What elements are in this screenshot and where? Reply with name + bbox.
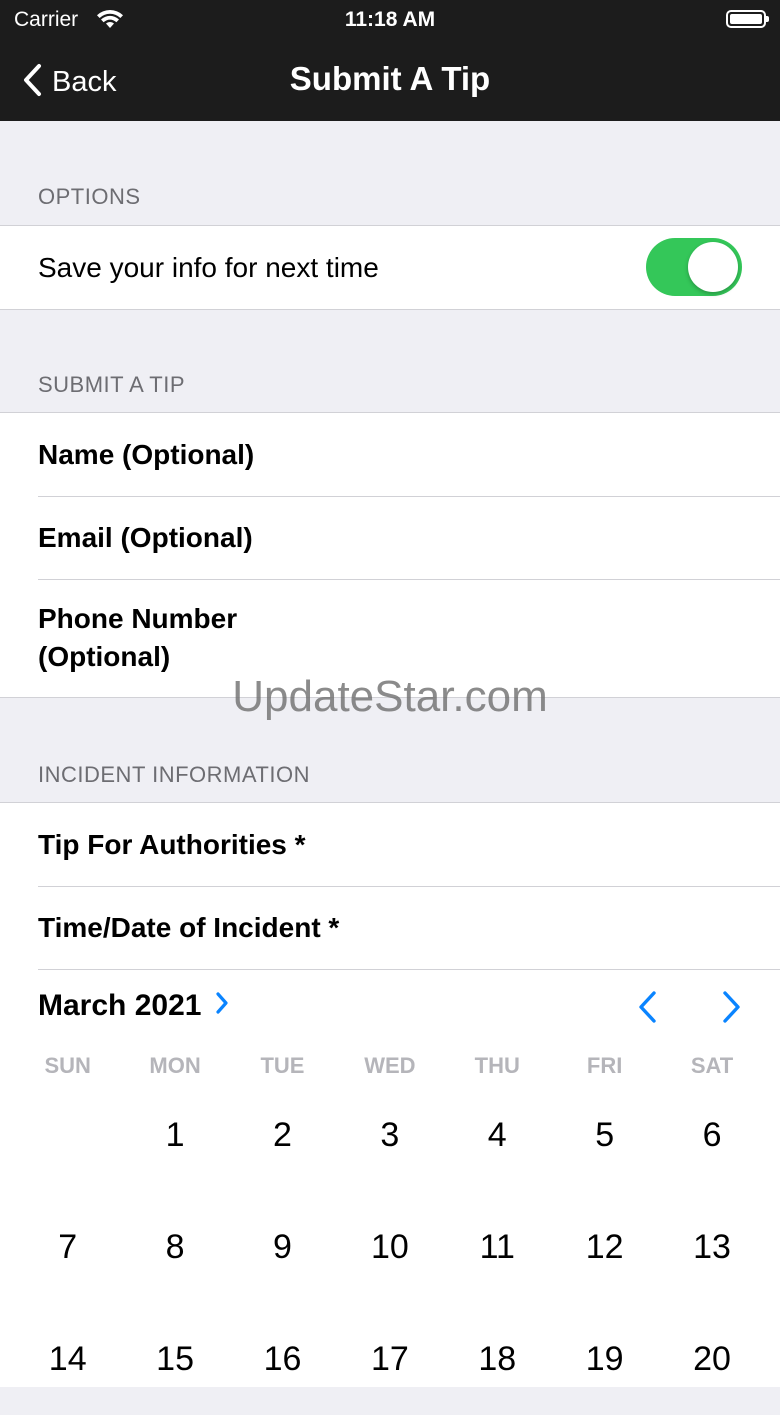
calendar-week: 7 8 9 10 11 12 13 — [14, 1191, 766, 1303]
chevron-left-icon — [628, 991, 668, 1031]
save-info-row: Save your info for next time — [0, 226, 780, 309]
tip-for-authorities-row[interactable]: Tip For Authorities * — [0, 803, 780, 886]
calendar-day[interactable]: 1 — [121, 1079, 228, 1191]
submit-tip-group: Name (Optional) Email (Optional) Phone N… — [0, 412, 780, 698]
calendar-day[interactable]: 15 — [121, 1303, 228, 1415]
weekday-label: WED — [364, 1053, 416, 1078]
tip-for-authorities-label: Tip For Authorities * — [38, 828, 306, 860]
calendar-day[interactable]: 10 — [336, 1191, 443, 1303]
submit-tip-header: SUBMIT A TIP — [38, 372, 186, 397]
battery-icon — [726, 10, 769, 28]
toggle-knob — [688, 242, 738, 292]
calendar-day[interactable]: 7 — [14, 1191, 121, 1303]
incident-group: Tip For Authorities * Time/Date of Incid… — [0, 802, 780, 969]
weekday-label: TUE — [260, 1053, 305, 1078]
chevron-right-icon — [712, 991, 752, 1031]
calendar-day[interactable]: 4 — [444, 1079, 551, 1191]
calendar-day[interactable]: 6 — [658, 1079, 765, 1191]
weekday-label: THU — [474, 1053, 520, 1078]
calendar-day[interactable]: 20 — [658, 1303, 765, 1415]
divider — [38, 969, 780, 970]
phone-field-row[interactable]: Phone Number (Optional) — [0, 579, 780, 697]
incident-datetime-row[interactable]: Time/Date of Incident * — [0, 886, 780, 969]
next-month-button[interactable] — [712, 987, 752, 1027]
incident-datetime-label: Time/Date of Incident * — [38, 911, 340, 943]
calendar-week: 14 15 16 17 18 19 20 — [14, 1303, 766, 1415]
previous-month-button[interactable] — [628, 987, 668, 1027]
calendar-empty-cell — [14, 1079, 121, 1191]
calendar-day[interactable]: 11 — [444, 1191, 551, 1303]
date-picker: March 2021 SUN MON TUE WED THU FRI SAT 1… — [0, 969, 780, 1387]
name-field-row[interactable]: Name (Optional) — [0, 413, 780, 496]
page-title: Submit A Tip — [289, 60, 491, 97]
weekday-label: SUN — [44, 1053, 91, 1078]
weekday-label: FRI — [586, 1053, 623, 1078]
calendar-day[interactable]: 18 — [444, 1303, 551, 1415]
calendar-day[interactable]: 2 — [229, 1079, 336, 1191]
calendar-day[interactable]: 3 — [336, 1079, 443, 1191]
calendar-day[interactable]: 9 — [229, 1191, 336, 1303]
calendar-grid: 1 2 3 4 5 6 7 8 9 10 11 12 13 14 15 16 1… — [14, 1079, 766, 1415]
name-field-label: Name (Optional) — [38, 438, 255, 470]
save-info-toggle[interactable] — [646, 238, 742, 296]
save-info-label: Save your info for next time — [38, 251, 379, 283]
phone-field-label: Phone Number (Optional) — [38, 603, 238, 672]
calendar-day[interactable]: 5 — [551, 1079, 658, 1191]
weekday-header: SUN MON TUE WED THU FRI SAT — [14, 1053, 766, 1079]
navigation-bar: Back Submit A Tip — [0, 40, 780, 121]
incident-header: INCIDENT INFORMATION — [38, 762, 310, 787]
status-bar: Carrier 11:18 AM — [0, 0, 780, 40]
chevron-right-icon — [215, 989, 229, 1023]
calendar-day[interactable]: 19 — [551, 1303, 658, 1415]
calendar-day[interactable]: 16 — [229, 1303, 336, 1415]
options-group: Save your info for next time — [0, 225, 780, 310]
weekday-label: SAT — [690, 1053, 734, 1078]
calendar-day[interactable]: 14 — [14, 1303, 121, 1415]
calendar-week: 1 2 3 4 5 6 — [14, 1079, 766, 1191]
email-field-label: Email (Optional) — [38, 521, 253, 553]
options-header: OPTIONS — [38, 184, 141, 209]
weekday-label: MON — [149, 1053, 201, 1078]
calendar-day[interactable]: 17 — [336, 1303, 443, 1415]
calendar-day[interactable]: 8 — [121, 1191, 228, 1303]
month-year-label: March 2021 — [38, 989, 202, 1022]
clock: 11:18 AM — [344, 8, 436, 31]
month-year-button[interactable]: March 2021 — [38, 989, 229, 1023]
calendar-day[interactable]: 12 — [551, 1191, 658, 1303]
calendar-day[interactable]: 13 — [658, 1191, 765, 1303]
email-field-row[interactable]: Email (Optional) — [0, 496, 780, 579]
